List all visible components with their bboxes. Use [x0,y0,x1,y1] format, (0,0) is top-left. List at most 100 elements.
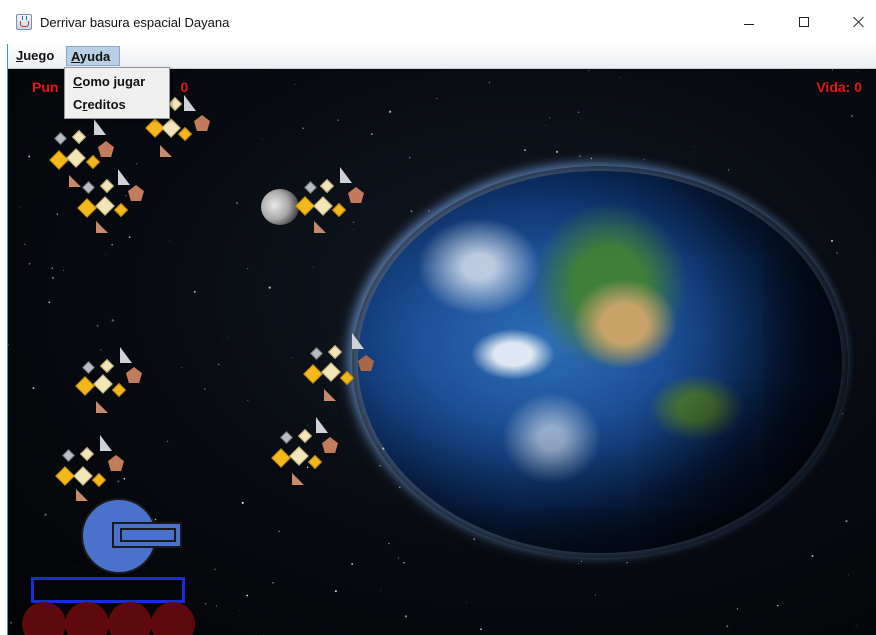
star [836,252,838,254]
star [545,124,547,126]
star [727,169,730,171]
star [548,117,551,119]
star [473,538,476,541]
star [51,267,53,269]
star [48,301,51,304]
star [246,594,249,597]
star [578,155,581,158]
star [63,269,65,271]
star [397,557,400,559]
star [379,464,382,467]
star [380,589,382,591]
star [193,290,196,293]
maximize-icon [799,17,809,27]
star [28,155,31,158]
player-tank-barrel-inner [120,528,176,542]
star [693,145,695,147]
star [203,388,206,390]
star [294,84,296,85]
ayuda-dropdown-menu: Como jugar Creditos [64,67,170,119]
star [736,608,739,610]
star [268,286,271,289]
star [857,71,859,73]
star [577,111,580,114]
menu-item-creditos[interactable]: Creditos [73,97,126,113]
star [263,633,264,635]
player-tank-platform [31,577,185,603]
star [167,440,169,442]
star [580,560,582,562]
star [855,625,857,627]
star [241,501,244,504]
star [334,590,337,593]
star [488,82,490,84]
star [595,594,596,596]
star [643,159,645,161]
star [56,213,59,216]
star [588,70,590,72]
star [52,277,54,279]
minimize-button[interactable] [726,6,772,38]
window-titlebar: Derrivar basura espacial Dayana [0,0,876,44]
star [312,266,314,268]
java-coffee-cup-icon [16,14,32,30]
star [74,567,76,569]
star [403,561,405,564]
star [44,513,47,516]
star [261,138,263,140]
star [811,555,814,557]
star [410,210,413,213]
star [575,73,577,74]
star [408,156,411,159]
star [227,337,229,338]
star [292,357,293,359]
star [302,127,305,130]
star [436,97,438,100]
star [851,114,854,118]
star [236,202,239,204]
close-button[interactable] [836,6,876,38]
space-debris-cluster [294,149,404,259]
life-label: Vida: 0 [816,79,862,95]
star [590,157,593,160]
star [726,625,729,628]
star [272,581,274,584]
star [111,319,114,322]
star [404,615,407,618]
star [626,561,628,564]
star [388,110,392,113]
maximize-button[interactable] [782,6,828,38]
star [830,239,834,242]
star [578,563,580,565]
star [428,210,430,212]
star [217,363,220,366]
star [247,268,249,270]
star [466,602,467,604]
star [32,387,35,390]
star [19,207,21,209]
space-debris-cluster [268,395,378,505]
star [204,603,207,605]
menu-juego[interactable]: Juego [12,46,66,66]
game-canvas[interactable]: Pun 0 Vida: 0 [8,69,876,635]
menu-ayuda[interactable]: Ayuda [66,46,120,66]
star [555,150,559,154]
star [222,341,224,343]
star [351,562,354,565]
star [337,119,339,121]
window-title: Derrivar basura espacial Dayana [40,15,230,30]
star [524,149,526,152]
star [388,542,390,545]
menu-bar: Juego Ayuda [8,44,876,69]
star [832,69,834,71]
star [619,76,620,78]
star [28,262,31,265]
star [278,530,280,533]
star [23,243,26,246]
star [8,343,9,346]
star [10,621,13,624]
star [842,413,844,415]
star [370,133,373,135]
star [399,486,401,488]
menu-item-como-jugar[interactable]: Como jugar [73,74,145,90]
